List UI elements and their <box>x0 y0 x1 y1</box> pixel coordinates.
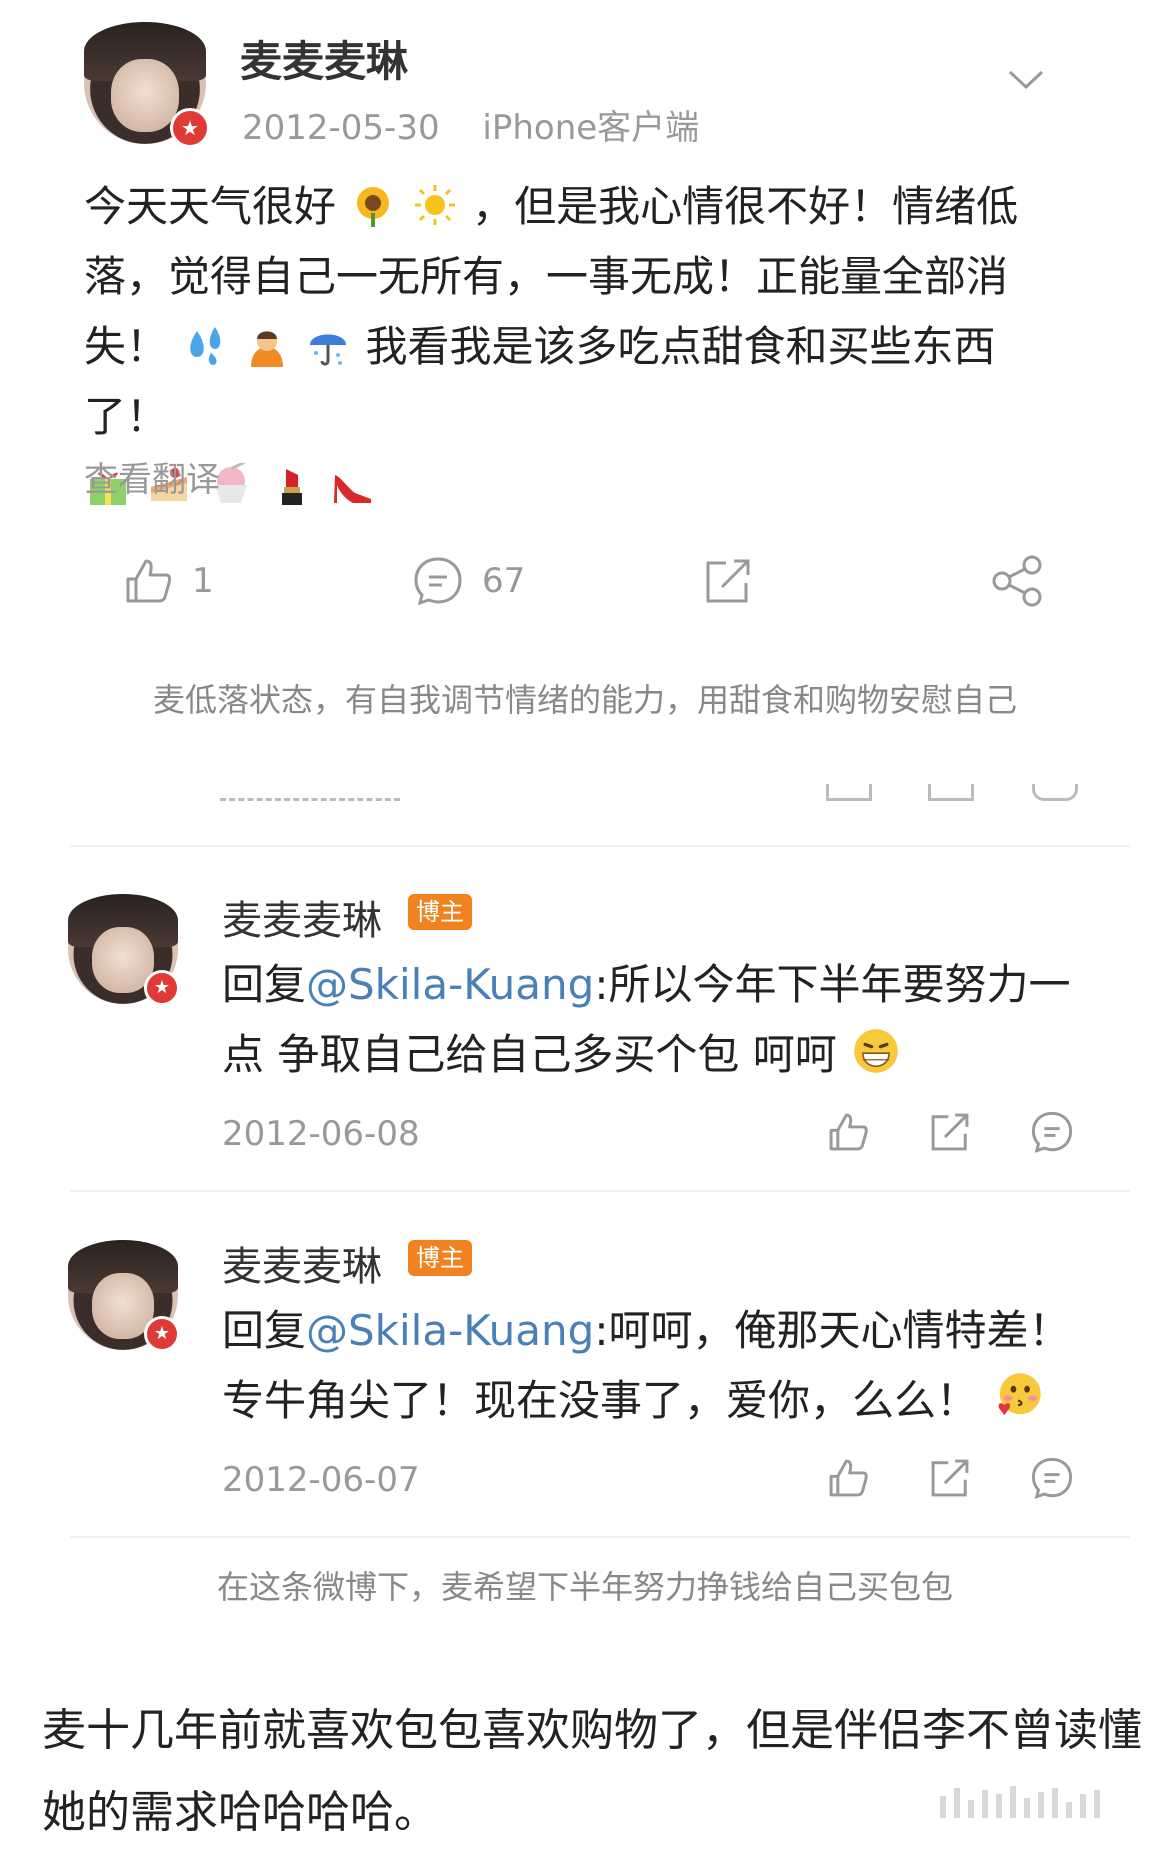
avatar[interactable]: ★ <box>84 22 210 148</box>
divider <box>70 1190 1130 1192</box>
reply-text: 回复@Skila-Kuang:所以今年下半年要努力一点 争取自己给自己多买个包 … <box>222 950 1102 1090</box>
cropped-icon-fragment <box>826 784 872 801</box>
mention-link[interactable]: @Skila-Kuang <box>306 1306 594 1355</box>
post-text: 今天天气很好 ，但是我心情很不好！情绪低落，觉得自己一无所有，一事无成！正能量全… <box>84 172 1064 522</box>
author-name[interactable]: 麦麦麦琳 <box>240 28 408 89</box>
avatar[interactable]: ★ <box>68 1240 180 1352</box>
lipstick-icon <box>282 469 303 505</box>
post-meta: 2012-05-30 iPhone客户端 <box>242 100 731 149</box>
reply-date: 2012-06-07 <box>222 1460 420 1500</box>
thumbs-up-icon <box>126 559 172 603</box>
repost-icon[interactable] <box>928 1456 972 1500</box>
blogger-tag: 博主 <box>408 1240 472 1276</box>
divider <box>70 1536 1130 1538</box>
post-date: 2012-05-30 <box>242 108 440 148</box>
reply-author-name[interactable]: 麦麦麦琳 <box>222 888 382 946</box>
reply-item: ★ 麦麦麦琳 博主 回复@Skila-Kuang:所以今年下半年要努力一点 争取… <box>0 888 1170 1188</box>
verified-badge-icon: ★ <box>144 970 180 1006</box>
umbrella-icon <box>310 334 347 366</box>
commentary-text: 麦十几年前就喜欢包包喜欢购物了，但是伴侣李不曾读懂她的需求哈哈哈哈。 <box>42 1705 1142 1838</box>
thumbs-up-icon[interactable] <box>826 1456 870 1500</box>
like-count: 1 <box>192 561 214 601</box>
view-translation-link[interactable]: 查看翻译 <box>84 452 220 501</box>
cropped-icon-fragment <box>928 784 974 801</box>
grinning-face-icon <box>854 1029 898 1073</box>
reply-prefix: 回复 <box>222 1306 307 1355</box>
weibo-post-card: ★ 麦麦麦琳 2012-05-30 iPhone客户端 今天天气很好 ，但是我心… <box>0 0 1170 745</box>
share-icon <box>992 555 1042 607</box>
blogger-tag: 博主 <box>408 894 472 930</box>
comment-icon <box>414 557 462 606</box>
comment-button[interactable]: 67 <box>412 546 525 616</box>
divider <box>70 845 1130 847</box>
bowing-person-icon <box>250 331 283 367</box>
repost-icon <box>706 559 750 603</box>
caption-1: 麦低落状态，有自我调节情绪的能力，用甜食和购物安慰自己 <box>152 681 1017 719</box>
reply-prefix: 回复 <box>222 960 307 1009</box>
avatar-face <box>110 58 180 132</box>
repost-button[interactable] <box>702 546 772 616</box>
reply-author-name[interactable]: 麦麦麦琳 <box>222 1234 382 1292</box>
reply-item: ★ 麦麦麦琳 博主 回复@Skila-Kuang:呵呵，俺那天心情特差！专牛角尖… <box>0 1234 1170 1534</box>
cropped-icon-fragment <box>1032 784 1078 801</box>
verified-badge-icon: ★ <box>144 1316 180 1352</box>
comment-icon[interactable] <box>1030 1456 1074 1500</box>
avatar[interactable]: ★ <box>68 894 180 1006</box>
mention-link[interactable]: @Skila-Kuang <box>306 960 594 1009</box>
high-heel-icon <box>334 475 372 503</box>
reply-text: 回复@Skila-Kuang:呵呵，俺那天心情特差！专牛角尖了！现在没事了，爱你… <box>222 1296 1102 1436</box>
verified-badge-icon: ★ <box>170 108 210 148</box>
post-source: iPhone客户端 <box>482 108 700 148</box>
comment-icon[interactable] <box>1030 1110 1074 1154</box>
sun-icon <box>414 185 455 225</box>
caption-2: 在这条微博下，麦希望下半年努力挣钱给自己买包包 <box>216 1568 953 1606</box>
chevron-down-icon[interactable] <box>1006 68 1046 92</box>
kiss-face-icon <box>998 1373 1042 1416</box>
post-action-bar: 1 67 <box>0 546 1170 616</box>
post-text-part1: 今天天气很好 <box>84 182 337 231</box>
comment-count: 67 <box>482 561 526 601</box>
repost-icon[interactable] <box>928 1110 972 1154</box>
thumbs-up-icon[interactable] <box>826 1110 870 1154</box>
like-button[interactable]: 1 <box>122 546 214 616</box>
cropped-date-fragment <box>220 784 400 801</box>
screenshot-page: ★ 麦麦麦琳 2012-05-30 iPhone客户端 今天天气很好 ，但是我心… <box>0 0 1170 1838</box>
cropped-fragment <box>0 768 1170 808</box>
share-button[interactable] <box>990 546 1062 616</box>
sunflower-icon <box>357 187 390 227</box>
watermark-bars-icon <box>940 1784 1140 1818</box>
sweat-drops-icon <box>190 327 221 365</box>
reply-date: 2012-06-08 <box>222 1114 420 1154</box>
